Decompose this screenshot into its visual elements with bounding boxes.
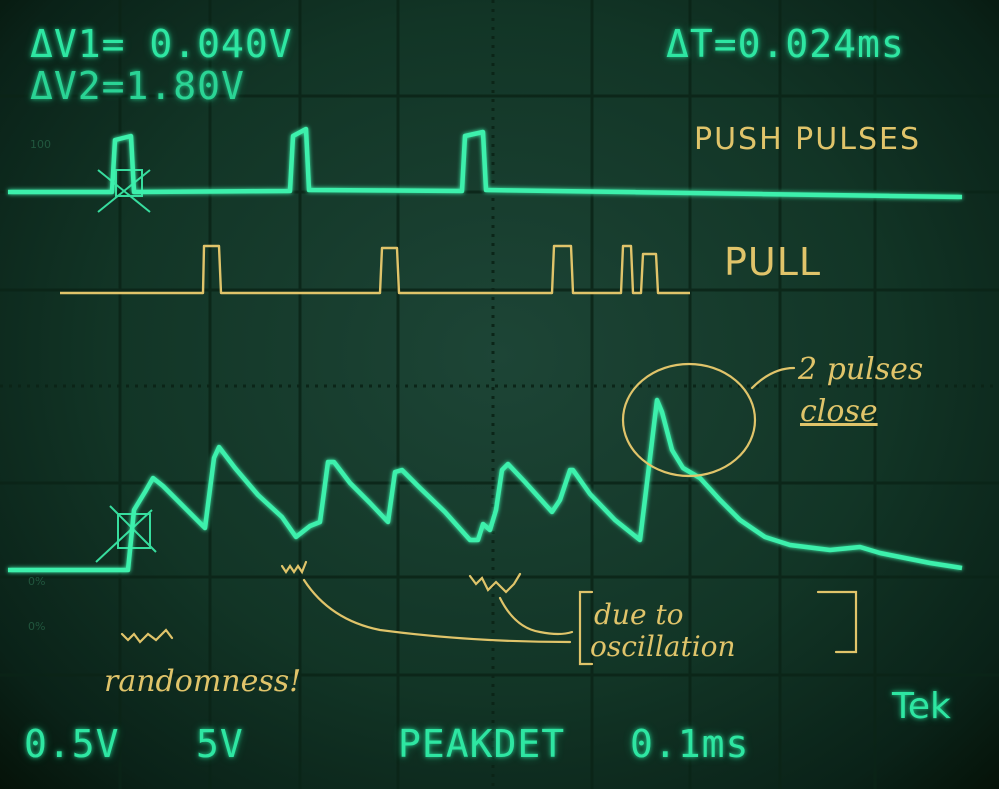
svg-text:0%: 0% [28, 575, 45, 588]
squiggle-1 [280, 560, 308, 575]
cursor-marker-bottom [95, 505, 157, 563]
pull-pulses-drawing [60, 244, 690, 295]
pull-label: PULL [724, 240, 822, 284]
close-label: close [800, 394, 878, 429]
due-to-label: due to [594, 598, 684, 631]
ch2-scale-readout: 5V [196, 722, 244, 766]
tek-brand-logo: Tek [892, 686, 951, 727]
delta-v2-readout: ΔV2=1.80V [30, 64, 245, 108]
delta-t-readout: ΔT=0.024ms [666, 22, 905, 66]
acquisition-mode-readout: PEAKDET [398, 722, 566, 766]
pointer-line-2 [498, 596, 574, 636]
squiggle-3 [120, 628, 174, 644]
handwritten-markings [120, 362, 858, 666]
pointer-line-1 [302, 578, 572, 644]
ch1-scale-readout: 0.5V [24, 722, 120, 766]
timebase-readout: 0.1ms [630, 722, 750, 766]
two-pulses-label: 2 pulses [798, 352, 924, 387]
delta-v1-readout: ΔV1= 0.040V [30, 22, 293, 66]
push-pulses-label: PUSH PULSES [694, 122, 921, 157]
oscillation-label: oscillation [590, 630, 736, 663]
svg-text:100: 100 [30, 138, 51, 151]
svg-text:0%: 0% [28, 620, 45, 633]
randomness-label: randomness! [104, 664, 302, 699]
bracket-right [816, 590, 858, 654]
oscilloscope-screen: 100 0% 0% ΔV1= 0.040V ΔV2=1.80V ΔT=0.024… [0, 0, 999, 789]
